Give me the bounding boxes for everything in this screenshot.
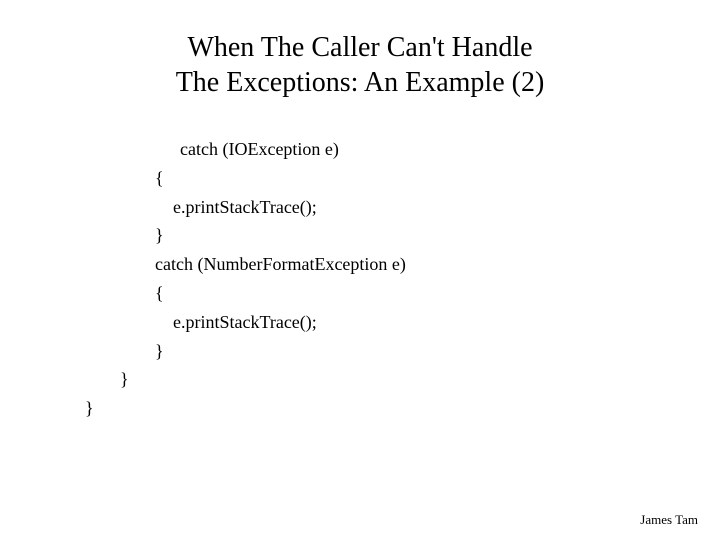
slide-container: When The Caller Can't Handle The Excepti… xyxy=(0,0,720,540)
code-line: } xyxy=(85,337,680,366)
code-line: } xyxy=(85,221,680,250)
title-line-1: When The Caller Can't Handle xyxy=(187,32,532,63)
title-line-2: The Exceptions: An Example (2) xyxy=(176,67,545,98)
code-line: catch (IOException e) xyxy=(85,135,680,164)
code-line: catch (NumberFormatException e) xyxy=(85,250,680,279)
code-line: } xyxy=(85,394,680,423)
code-line: e.printStackTrace(); xyxy=(85,193,680,222)
code-block: catch (IOException e) { e.printStackTrac… xyxy=(40,135,680,423)
code-line: { xyxy=(85,164,680,193)
code-line: } xyxy=(85,365,680,394)
footer-author: James Tam xyxy=(640,512,698,528)
slide-title: When The Caller Can't Handle The Excepti… xyxy=(40,30,680,100)
code-line: e.printStackTrace(); xyxy=(85,308,680,337)
code-line: { xyxy=(85,279,680,308)
